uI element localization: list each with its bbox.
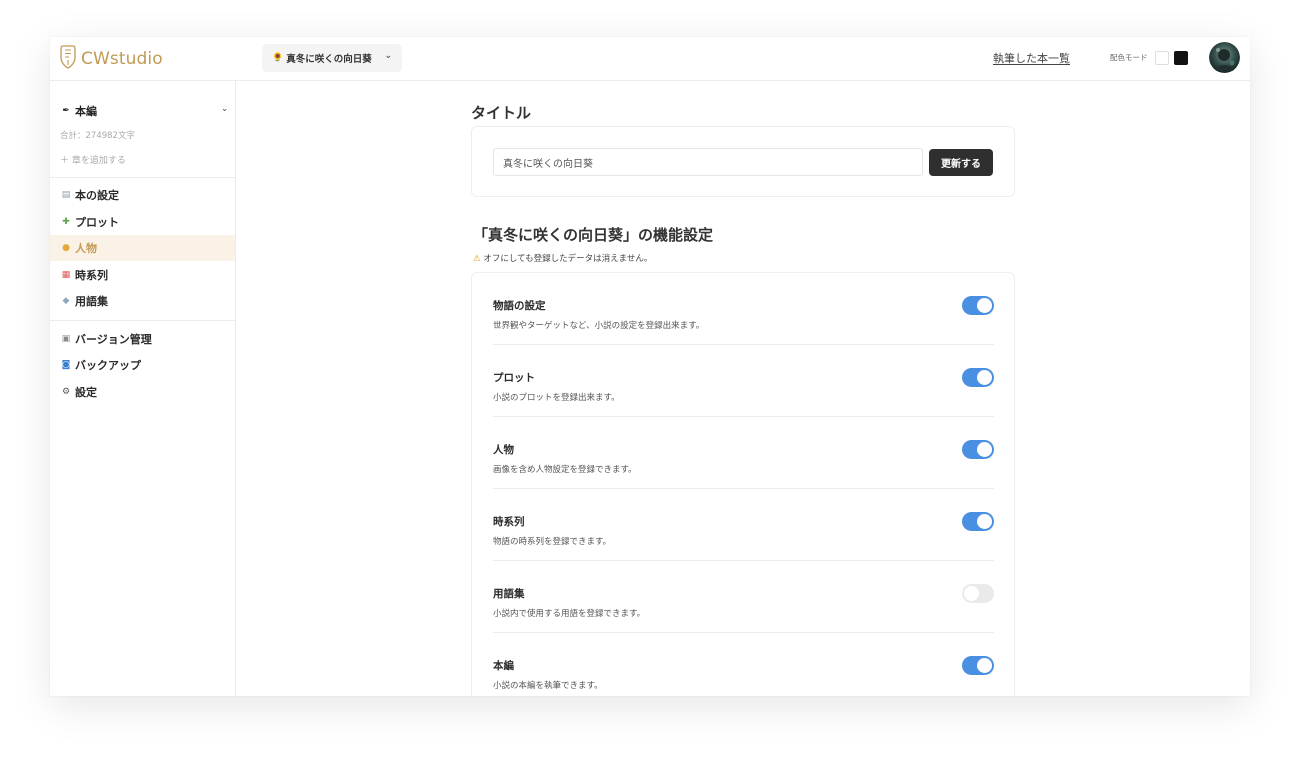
feature-settings-heading: 「真冬に咲くの向日葵」の機能設定	[473, 226, 714, 244]
feature-name: 本編	[493, 660, 514, 672]
sidebar-item-label: 用語集	[75, 295, 108, 308]
feature-row-timeline: 時系列 物語の時系列を登録できます。	[493, 489, 994, 561]
puzzle-icon: ✚	[62, 217, 70, 227]
feature-description: 小説内で使用する用語を登録できます。	[493, 609, 646, 619]
feature-description: 世界観やターゲットなど、小説の設定を登録出来ます。	[493, 321, 705, 331]
feature-row-story-settings: 物語の設定 世界観やターゲットなど、小説の設定を登録出来ます。	[493, 273, 994, 345]
feature-toggle-glossary[interactable]	[962, 584, 994, 603]
sidebar-item-label: 本の設定	[75, 189, 119, 202]
sidebar-item-version-control[interactable]: ▣ バージョン管理	[50, 326, 235, 352]
sidebar-item-plot[interactable]: ✚ プロット	[50, 209, 235, 235]
warning-icon: ⚠	[473, 254, 481, 264]
calendar-icon: ▦	[61, 270, 71, 280]
feature-row-characters: 人物 画像を含め人物設定を登録できます。	[493, 417, 994, 489]
main-content: タイトル 真冬に咲くの向日葵 更新する 「真冬に咲くの向日葵」の機能設定 ⚠ オ…	[237, 81, 1250, 696]
sunflower-icon: 🌻	[272, 53, 284, 63]
feature-settings-card: 物語の設定 世界観やターゲットなど、小説の設定を登録出来ます。 プロット 小説の…	[471, 272, 1015, 696]
warning-text: オフにしても登録したデータは消えません。	[483, 254, 653, 264]
gear-icon: ⚙	[61, 387, 71, 397]
sidebar-item-backup[interactable]: ◙ バックアップ	[50, 352, 235, 378]
color-mode-label: 配色モード	[1110, 53, 1148, 62]
book-select-dropdown[interactable]: 🌻 真冬に咲くの向日葵 ⌄	[262, 44, 402, 72]
sidebar-item-glossary[interactable]: ◆ 用語集	[50, 288, 235, 314]
update-title-button[interactable]: 更新する	[929, 149, 993, 176]
feature-description: 画像を含め人物設定を登録できます。	[493, 465, 637, 475]
sidebar-item-label: 時系列	[75, 269, 108, 282]
feature-toggle-characters[interactable]	[962, 440, 994, 459]
avatar[interactable]	[1209, 42, 1240, 73]
backup-icon: ◙	[61, 360, 71, 370]
feature-description: 小説の本編を執筆できます。	[493, 681, 603, 691]
feature-row-plot: プロット 小説のプロットを登録出来ます。	[493, 345, 994, 417]
feature-row-main-text: 本編 小説の本編を執筆できます。	[493, 633, 994, 696]
sidebar-item-label: 設定	[75, 386, 97, 399]
person-icon: ●	[62, 243, 70, 253]
feature-toggle-timeline[interactable]	[962, 512, 994, 531]
sidebar-item-settings[interactable]: ⚙ 設定	[50, 379, 235, 405]
sidebar-item-label: プロット	[75, 216, 119, 229]
chevron-down-icon: ⌄	[384, 51, 392, 61]
feature-description: 小説のプロットを登録出来ます。	[493, 393, 620, 403]
sidebar: ✒ 本編 ⌄ 合計：274982文字 ＋ 章を追加する ▤ 本の設定 ✚ プロッ…	[50, 81, 236, 696]
sidebar-section-label: 本編	[75, 105, 97, 118]
sidebar-item-characters[interactable]: ● 人物	[50, 235, 235, 261]
logo-text: CWstudio	[81, 49, 163, 69]
feature-toggle-story-settings[interactable]	[962, 296, 994, 315]
feature-description: 物語の時系列を登録できます。	[493, 537, 612, 547]
feature-row-glossary: 用語集 小説内で使用する用語を登録できます。	[493, 561, 994, 633]
app-window: CWstudio 🌻 真冬に咲くの向日葵 ⌄ 執筆した本一覧 配色モード ✒ 本…	[50, 37, 1250, 696]
feature-toggle-plot[interactable]	[962, 368, 994, 387]
title-input[interactable]: 真冬に咲くの向日葵	[493, 148, 923, 176]
top-header: CWstudio 🌻 真冬に咲くの向日葵 ⌄ 執筆した本一覧 配色モード	[50, 37, 1250, 81]
title-card: 真冬に咲くの向日葵 更新する	[471, 126, 1015, 197]
written-books-link[interactable]: 執筆した本一覧	[993, 50, 1070, 66]
sidebar-item-label: バージョン管理	[75, 333, 152, 346]
feature-toggle-main-text[interactable]	[962, 656, 994, 675]
memo-icon: ▤	[61, 190, 71, 200]
sidebar-divider	[50, 177, 236, 178]
title-section-heading: タイトル	[471, 104, 532, 122]
feature-name: プロット	[493, 372, 535, 384]
feature-name: 物語の設定	[493, 300, 546, 312]
feature-name: 用語集	[493, 588, 525, 600]
sidebar-item-book-settings[interactable]: ▤ 本の設定	[50, 182, 235, 208]
feature-name: 時系列	[493, 516, 525, 528]
logo[interactable]: CWstudio	[60, 45, 163, 73]
add-chapter-link[interactable]: ＋ 章を追加する	[60, 153, 126, 166]
light-mode-swatch[interactable]	[1155, 51, 1169, 65]
label-icon: ◆	[62, 296, 70, 306]
sidebar-divider	[50, 320, 236, 321]
archive-icon: ▣	[61, 334, 71, 344]
feature-name: 人物	[493, 444, 514, 456]
pen-icon: ✒	[62, 106, 70, 116]
warning-note: ⚠ オフにしても登録したデータは消えません。	[473, 252, 652, 264]
total-character-count: 合計：274982文字	[60, 131, 135, 141]
dark-mode-swatch[interactable]	[1174, 51, 1188, 65]
book-select-value: 真冬に咲くの向日葵	[286, 54, 372, 65]
sidebar-item-timeline[interactable]: ▦ 時系列	[50, 262, 235, 288]
sidebar-item-label: 人物	[75, 242, 97, 255]
sidebar-item-label: バックアップ	[75, 359, 141, 372]
sidebar-section-main[interactable]: ✒ 本編 ⌄	[60, 103, 228, 119]
logo-icon	[60, 45, 76, 73]
chevron-down-icon: ⌄	[221, 104, 228, 113]
